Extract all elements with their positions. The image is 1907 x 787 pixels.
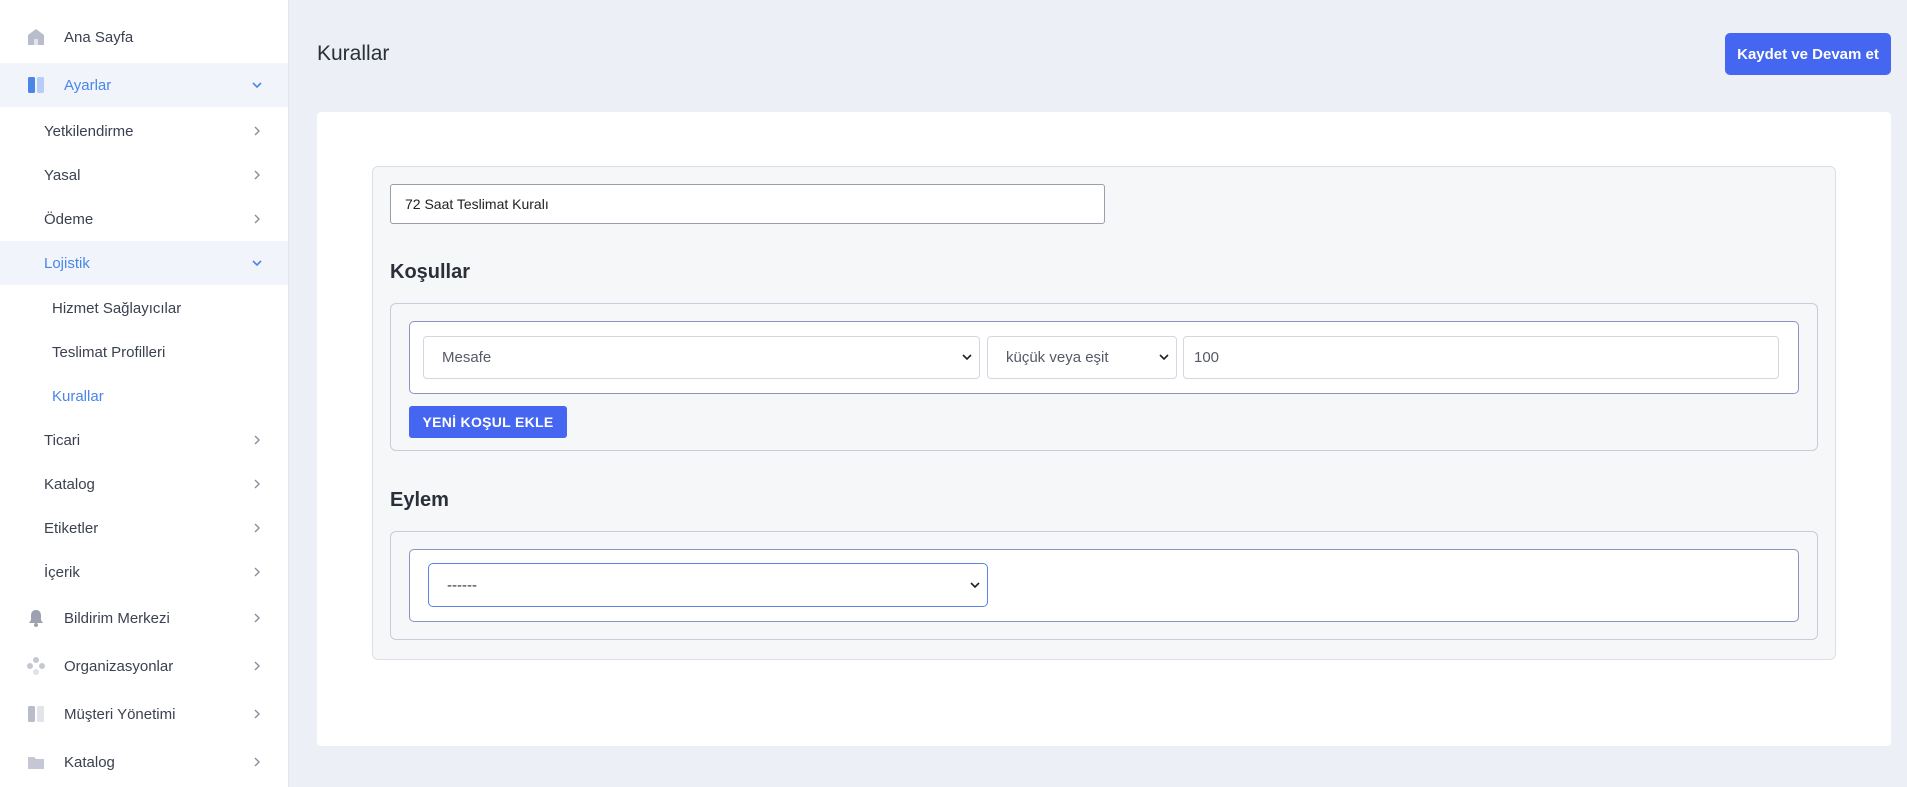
chevron-right-icon — [254, 757, 260, 767]
bell-icon — [26, 608, 46, 628]
sidebar-item-label: Teslimat Profilleri — [52, 343, 166, 361]
sidebar-item-etiketler[interactable]: Etiketler — [0, 506, 288, 550]
chevron-right-icon — [254, 214, 260, 224]
sidebar-item-organizasyonlar[interactable]: Organizasyonlar — [0, 644, 288, 688]
save-and-continue-button[interactable]: Kaydet ve Devam et — [1725, 33, 1891, 75]
sidebar-item-musteri-yonetimi[interactable]: Müşteri Yönetimi — [0, 692, 288, 736]
sidebar-item-bildirim-merkezi[interactable]: Bildirim Merkezi — [0, 596, 288, 640]
sidebar-item-label: Yasal — [44, 166, 81, 184]
chevron-right-icon — [254, 170, 260, 180]
sidebar-item-label: Ödeme — [44, 210, 94, 228]
rule-form: Koşullar Mesafe küçük veya eşit YENİ KOŞ… — [372, 166, 1836, 660]
organization-icon — [26, 656, 46, 676]
chevron-down-icon — [970, 582, 980, 589]
chevron-down-icon — [962, 354, 972, 361]
action-select-value: ------ — [447, 576, 477, 594]
folder-icon — [26, 752, 46, 772]
chevron-right-icon — [254, 709, 260, 719]
condition-row: Mesafe küçük veya eşit — [409, 321, 1799, 394]
sidebar-item-yasal[interactable]: Yasal — [0, 153, 288, 197]
sidebar-item-label: Organizasyonlar — [64, 657, 174, 675]
action-group: ------ — [390, 531, 1818, 640]
condition-value-input[interactable] — [1183, 336, 1779, 379]
sidebar-item-ayarlar[interactable]: Ayarlar — [0, 63, 288, 107]
sidebar-item-ticari[interactable]: Ticari — [0, 418, 288, 462]
sidebar-item-label: Kurallar — [52, 387, 104, 405]
sidebar-item-label: Yetkilendirme — [44, 122, 134, 140]
sidebar-item-label: Hizmet Sağlayıcılar — [52, 299, 182, 317]
chevron-right-icon — [254, 613, 260, 623]
sidebar-item-label: Ana Sayfa — [64, 28, 134, 46]
sidebar-item-label: Bildirim Merkezi — [64, 609, 170, 627]
sidebar-item-katalog-root[interactable]: Katalog — [0, 740, 288, 784]
action-title: Eylem — [390, 489, 449, 511]
conditions-group: Mesafe küçük veya eşit YENİ KOŞUL EKLE — [390, 303, 1818, 451]
sidebar-item-hizmet-saglayicilar[interactable]: Hizmet Sağlayıcılar — [0, 286, 288, 330]
chevron-right-icon — [254, 661, 260, 671]
rule-card: Koşullar Mesafe küçük veya eşit YENİ KOŞ… — [317, 112, 1891, 746]
chevron-right-icon — [254, 567, 260, 577]
sidebar-item-label: Müşteri Yönetimi — [64, 705, 176, 723]
sidebar-item-label: İçerik — [44, 563, 80, 581]
condition-operator-select[interactable]: küçük veya eşit — [987, 336, 1177, 379]
action-select[interactable]: ------ — [428, 563, 988, 607]
sidebar-item-label: Ticari — [44, 431, 81, 449]
chevron-right-icon — [254, 126, 260, 136]
sidebar-item-katalog[interactable]: Katalog — [0, 462, 288, 506]
condition-operator-value: küçük veya eşit — [1006, 349, 1109, 366]
settings-panel-icon — [26, 75, 46, 95]
chevron-down-icon — [252, 82, 262, 89]
home-icon — [26, 27, 46, 47]
page-title: Kurallar — [317, 42, 390, 65]
sidebar-item-label: Ayarlar — [64, 76, 112, 94]
sidebar-item-kurallar[interactable]: Kurallar — [0, 374, 288, 418]
chevron-right-icon — [254, 435, 260, 445]
conditions-title: Koşullar — [390, 261, 471, 283]
sidebar-item-odeme[interactable]: Ödeme — [0, 197, 288, 241]
sidebar-item-lojistik[interactable]: Lojistik — [0, 241, 288, 285]
chevron-down-icon — [252, 260, 262, 267]
rule-name-input[interactable] — [390, 184, 1105, 224]
action-row: ------ — [409, 549, 1799, 622]
condition-field-select[interactable]: Mesafe — [423, 336, 980, 379]
chevron-right-icon — [254, 523, 260, 533]
sidebar-item-label: Katalog — [64, 753, 115, 771]
customer-icon — [26, 704, 46, 724]
sidebar-item-icerik[interactable]: İçerik — [0, 550, 288, 594]
chevron-right-icon — [254, 479, 260, 489]
chevron-down-icon — [1159, 354, 1169, 361]
sidebar-item-teslimat-profilleri[interactable]: Teslimat Profilleri — [0, 330, 288, 374]
condition-field-value: Mesafe — [442, 349, 492, 366]
sidebar-item-label: Katalog — [44, 475, 95, 493]
sidebar-item-label: Lojistik — [44, 254, 90, 272]
add-condition-button[interactable]: YENİ KOŞUL EKLE — [409, 406, 567, 438]
sidebar-item-label: Etiketler — [44, 519, 99, 537]
sidebar-item-ana-sayfa[interactable]: Ana Sayfa — [0, 15, 288, 59]
sidebar-item-yetkilendirme[interactable]: Yetkilendirme — [0, 109, 288, 153]
sidebar: Ana Sayfa Ayarlar Yetkilendirme Yasal Öd… — [0, 0, 289, 787]
